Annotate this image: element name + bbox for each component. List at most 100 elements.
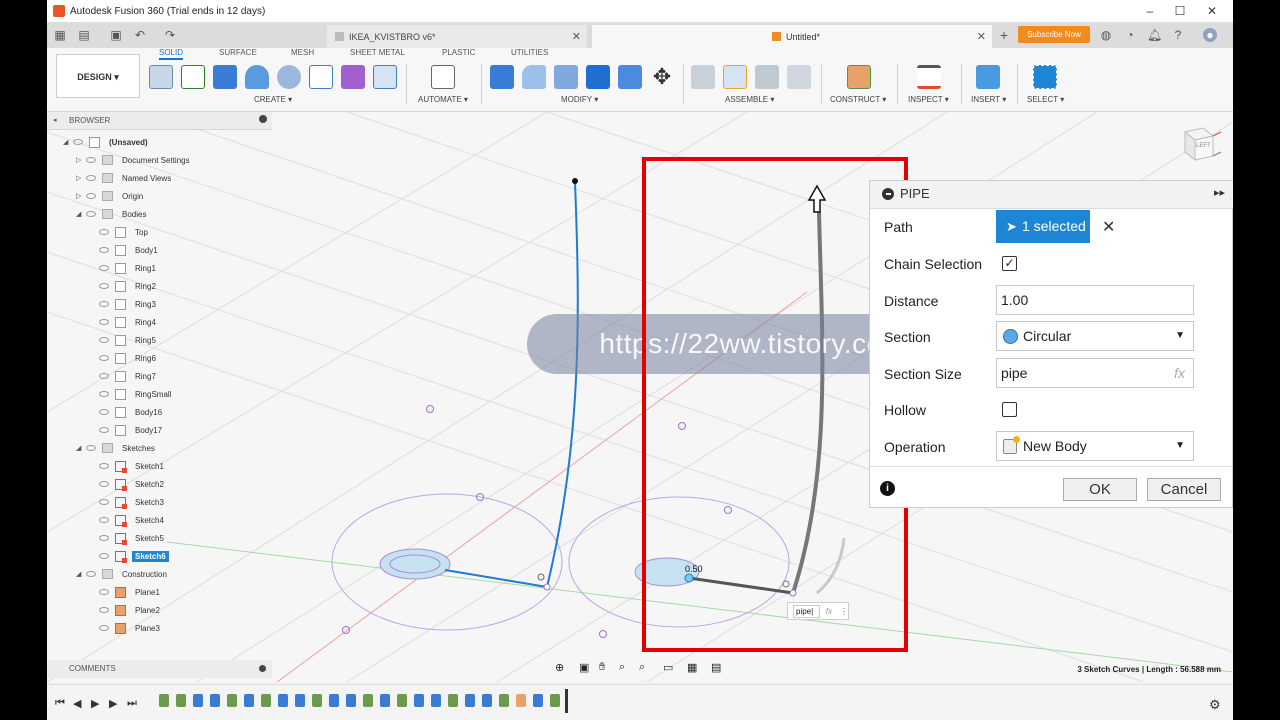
pin-icon[interactable] bbox=[259, 115, 267, 123]
pan-icon[interactable]: ✋︎ bbox=[599, 661, 605, 674]
expand-toggle-icon[interactable]: ◢ bbox=[76, 570, 86, 578]
tab-untitled[interactable]: Untitled* ✕ bbox=[592, 25, 992, 48]
tab-sheet-metal[interactable]: SHEET METAL bbox=[350, 48, 405, 57]
collapse-browser-icon[interactable]: ◂ bbox=[53, 116, 57, 124]
go-to-start-icon[interactable]: ⏮ bbox=[55, 697, 65, 710]
visibility-eye-icon[interactable] bbox=[99, 607, 109, 613]
hole-icon[interactable] bbox=[277, 65, 301, 89]
browser-item[interactable]: ◢ Sketches bbox=[76, 440, 158, 456]
tab-ikea-kvistbro[interactable]: IKEA_KVISTBRO v6* ✕ bbox=[327, 25, 587, 48]
timeline-feature-icon[interactable] bbox=[397, 694, 407, 707]
expand-toggle-icon[interactable]: ▷ bbox=[76, 192, 86, 200]
visibility-eye-icon[interactable] bbox=[86, 571, 96, 577]
fit-icon[interactable]: ⌕ bbox=[639, 661, 645, 674]
section-dropdown[interactable]: Circular ▼ bbox=[996, 321, 1194, 351]
undo-icon[interactable]: ↶ bbox=[133, 28, 147, 42]
timeline-feature-icon[interactable] bbox=[261, 694, 271, 707]
browser-item[interactable]: Sketch2 bbox=[89, 476, 167, 492]
browser-item[interactable]: Plane2 bbox=[89, 602, 163, 618]
measure-icon[interactable] bbox=[917, 65, 941, 89]
browser-item[interactable]: Sketch3 bbox=[89, 494, 167, 510]
shell-icon[interactable] bbox=[554, 65, 578, 89]
visibility-eye-icon[interactable] bbox=[99, 553, 109, 559]
expand-toggle-icon[interactable]: ▷ bbox=[76, 156, 86, 164]
browser-item[interactable]: Ring6 bbox=[89, 350, 159, 366]
play-icon[interactable]: ▶ bbox=[91, 697, 99, 710]
revolve-icon[interactable] bbox=[245, 65, 269, 89]
orbit-icon[interactable]: ⊕ bbox=[555, 661, 564, 674]
expand-toggle-icon[interactable]: ◢ bbox=[63, 138, 73, 146]
timeline-feature-icon[interactable] bbox=[499, 694, 509, 707]
section-size-input[interactable]: pipe fx bbox=[996, 358, 1194, 388]
browser-item[interactable]: Plane1 bbox=[89, 584, 163, 600]
move-copy-icon[interactable]: ✥ bbox=[650, 65, 674, 89]
visibility-eye-icon[interactable] bbox=[99, 283, 109, 289]
timeline-feature-icon[interactable] bbox=[380, 694, 390, 707]
construct-menu[interactable]: CONSTRUCT ▾ bbox=[830, 95, 886, 104]
clear-selection-icon[interactable]: ✕ bbox=[1102, 217, 1115, 237]
fx-icon[interactable]: fx bbox=[1174, 359, 1185, 387]
timeline-feature-icon[interactable] bbox=[329, 694, 339, 707]
subscribe-now-button[interactable]: Subscribe Now bbox=[1018, 26, 1090, 43]
timeline-feature-icon[interactable] bbox=[431, 694, 441, 707]
as-built-joint-icon[interactable] bbox=[755, 65, 779, 89]
inspect-menu[interactable]: INSPECT ▾ bbox=[908, 95, 949, 104]
browser-item[interactable]: Ring5 bbox=[89, 332, 159, 348]
visibility-eye-icon[interactable] bbox=[99, 229, 109, 235]
data-panel-grid-icon[interactable]: ▦ bbox=[53, 28, 67, 42]
expand-toggle-icon[interactable]: ◢ bbox=[76, 210, 86, 218]
file-menu-icon[interactable]: ▤ bbox=[77, 28, 91, 42]
viewports-icon[interactable]: ▤ bbox=[711, 661, 721, 674]
visibility-eye-icon[interactable] bbox=[99, 409, 109, 415]
distance-input[interactable]: 1.00 bbox=[996, 285, 1194, 315]
hollow-checkbox[interactable] bbox=[1002, 402, 1017, 417]
new-component-icon[interactable] bbox=[149, 65, 173, 89]
browser-item[interactable]: ▷ Origin bbox=[76, 188, 146, 204]
zoom-icon[interactable]: ⌕ bbox=[619, 661, 625, 674]
browser-item[interactable]: Sketch5 bbox=[89, 530, 167, 546]
create-menu[interactable]: CREATE ▾ bbox=[254, 95, 292, 104]
step-back-icon[interactable]: ◀ bbox=[73, 697, 81, 710]
browser-item[interactable]: Sketch1 bbox=[89, 458, 167, 474]
timeline-feature-icon[interactable] bbox=[448, 694, 458, 707]
extrude-icon[interactable] bbox=[213, 65, 237, 89]
go-to-end-icon[interactable]: ⏭ bbox=[127, 697, 137, 710]
visibility-eye-icon[interactable] bbox=[99, 499, 109, 505]
new-tab-button[interactable]: + bbox=[997, 28, 1011, 42]
info-icon[interactable]: i bbox=[880, 481, 895, 496]
timeline-track[interactable] bbox=[155, 685, 575, 720]
viewcube-face-label[interactable]: LEFT bbox=[1196, 143, 1211, 149]
pattern-icon[interactable] bbox=[309, 65, 333, 89]
browser-item[interactable]: Ring3 bbox=[89, 296, 159, 312]
offset-plane-icon[interactable] bbox=[847, 65, 871, 89]
chain-selection-checkbox[interactable]: ✓ bbox=[1002, 256, 1017, 271]
timeline-settings-gear-icon[interactable]: ⚙ bbox=[1209, 697, 1221, 713]
browser-item[interactable]: Top bbox=[89, 224, 151, 240]
timeline-feature-icon[interactable] bbox=[516, 694, 526, 707]
select-icon[interactable] bbox=[1033, 65, 1057, 89]
timeline-feature-icon[interactable] bbox=[295, 694, 305, 707]
browser-item[interactable]: RingSmall bbox=[89, 386, 174, 402]
tab-plastic[interactable]: PLASTIC bbox=[442, 48, 475, 57]
automate-menu[interactable]: AUTOMATE ▾ bbox=[418, 95, 468, 104]
timeline-feature-icon[interactable] bbox=[414, 694, 424, 707]
visibility-eye-icon[interactable] bbox=[99, 301, 109, 307]
visibility-eye-icon[interactable] bbox=[99, 247, 109, 253]
browser-item[interactable]: Body17 bbox=[89, 422, 165, 438]
visibility-eye-icon[interactable] bbox=[99, 517, 109, 523]
browser-item[interactable]: Sketch4 bbox=[89, 512, 167, 528]
browser-item[interactable]: ◢ (Unsaved) bbox=[63, 134, 151, 150]
timeline-feature-icon[interactable] bbox=[482, 694, 492, 707]
timeline-feature-icon[interactable] bbox=[193, 694, 203, 707]
browser-item[interactable]: Ring2 bbox=[89, 278, 159, 294]
visibility-eye-icon[interactable] bbox=[99, 265, 109, 271]
create-form-icon[interactable] bbox=[341, 65, 365, 89]
notifications-bell-icon[interactable]: 🔔︎ bbox=[1147, 28, 1162, 42]
user-avatar[interactable]: ● bbox=[1203, 28, 1217, 42]
visibility-eye-icon[interactable] bbox=[99, 535, 109, 541]
timeline-feature-icon[interactable] bbox=[346, 694, 356, 707]
browser-item[interactable]: Ring7 bbox=[89, 368, 159, 384]
browser-item[interactable]: ◢ Bodies bbox=[76, 206, 149, 222]
save-icon[interactable]: ▣ bbox=[109, 28, 123, 42]
split-body-icon[interactable] bbox=[618, 65, 642, 89]
